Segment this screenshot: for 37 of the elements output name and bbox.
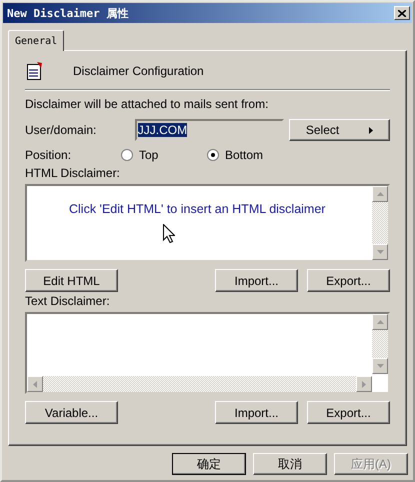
section-label: Text Disclaimer:	[25, 294, 111, 308]
scrollbar[interactable]	[27, 376, 372, 392]
down-arrow-icon	[376, 250, 384, 254]
left-arrow-icon	[33, 380, 37, 388]
dialog-button[interactable]: Export...	[307, 401, 390, 424]
window-title: New Disclaimer 属性	[7, 6, 128, 20]
dialog-button[interactable]: Variable...	[25, 401, 118, 424]
close-button[interactable]	[394, 6, 410, 20]
section-title: Disclaimer Configuration	[73, 64, 204, 78]
right-arrow-icon	[362, 380, 366, 388]
dialog-button[interactable]: 取消	[253, 453, 327, 475]
attach-label: Disclaimer will be attached to mails sent from:	[25, 97, 270, 111]
tab[interactable]: General	[8, 30, 64, 51]
dialog-button[interactable]: Edit HTML	[25, 269, 118, 292]
select-button[interactable]: Select	[289, 119, 390, 141]
cursor-icon	[163, 224, 175, 243]
text-disclaimer-box[interactable]	[25, 312, 390, 394]
up-arrow-icon	[376, 192, 384, 196]
hint-text: Click 'Edit HTML' to insert an HTML disclaimer	[69, 202, 326, 216]
domain-field[interactable]: JJJ.COM	[134, 119, 284, 141]
up-arrow-icon	[376, 320, 384, 324]
scrollbar[interactable]	[372, 314, 388, 374]
html-disclaimer-box[interactable]: Click 'Edit HTML' to insert an HTML disclaimer	[25, 184, 390, 262]
document-icon	[27, 62, 43, 80]
dialog-button[interactable]: Import...	[215, 269, 298, 292]
radio-option[interactable]: Top	[121, 148, 207, 162]
field-label: User/domain:	[25, 123, 98, 137]
field-label: Position:	[25, 148, 72, 162]
scrollbar[interactable]	[372, 186, 388, 260]
radio-option[interactable]: Bottom	[207, 148, 293, 162]
triangle-icon	[369, 126, 374, 134]
close-icon	[398, 10, 406, 16]
section-label: HTML Disclaimer:	[25, 166, 121, 180]
dialog-button[interactable]: Import...	[215, 401, 298, 424]
dialog-button[interactable]: Export...	[307, 269, 390, 292]
down-arrow-icon	[376, 364, 384, 368]
dialog-button[interactable]: 确定	[172, 453, 246, 475]
